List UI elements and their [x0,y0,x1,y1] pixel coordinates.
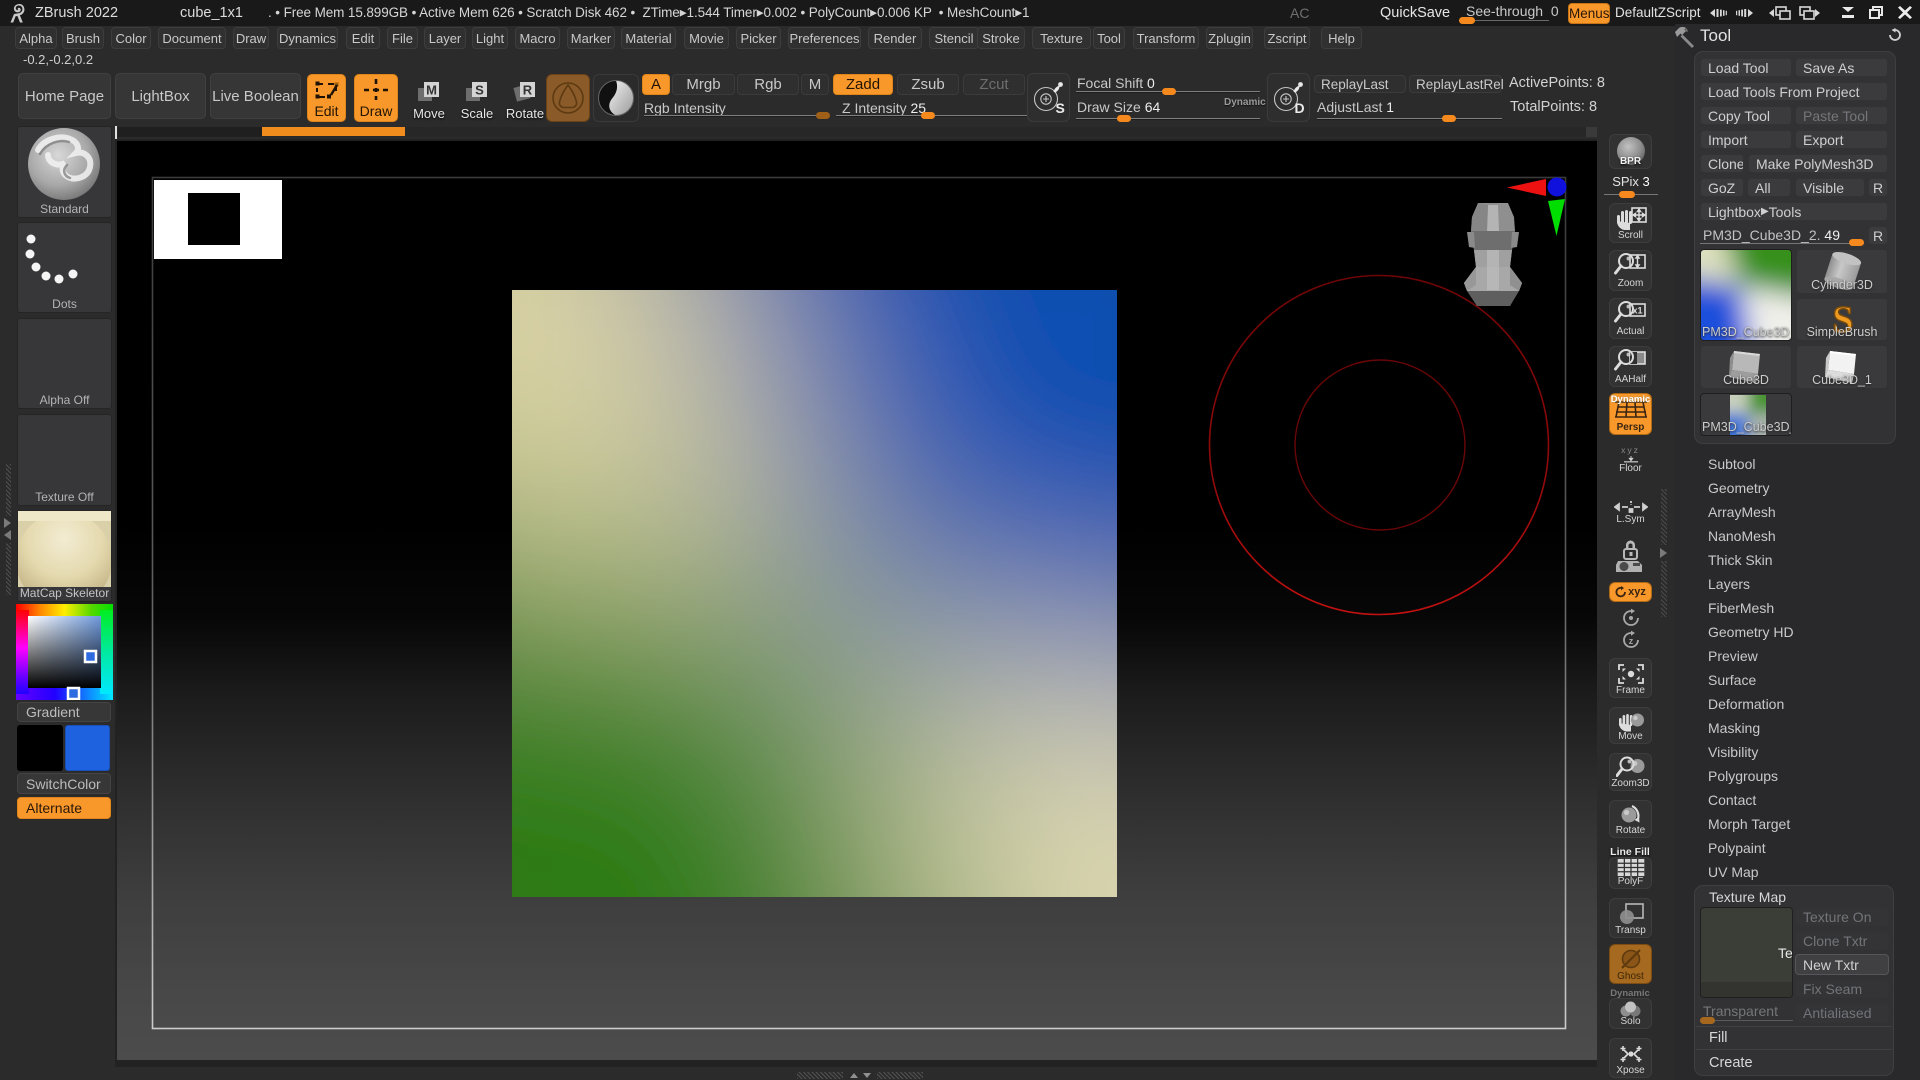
svg-text:z: z [1629,636,1634,646]
svg-text:S: S [475,83,484,98]
svg-text:D: D [1295,100,1305,116]
svg-text:x1: x1 [1632,306,1642,316]
svg-text:S: S [1056,100,1065,116]
svg-text:M: M [426,83,437,98]
svg-text:R: R [523,83,533,98]
